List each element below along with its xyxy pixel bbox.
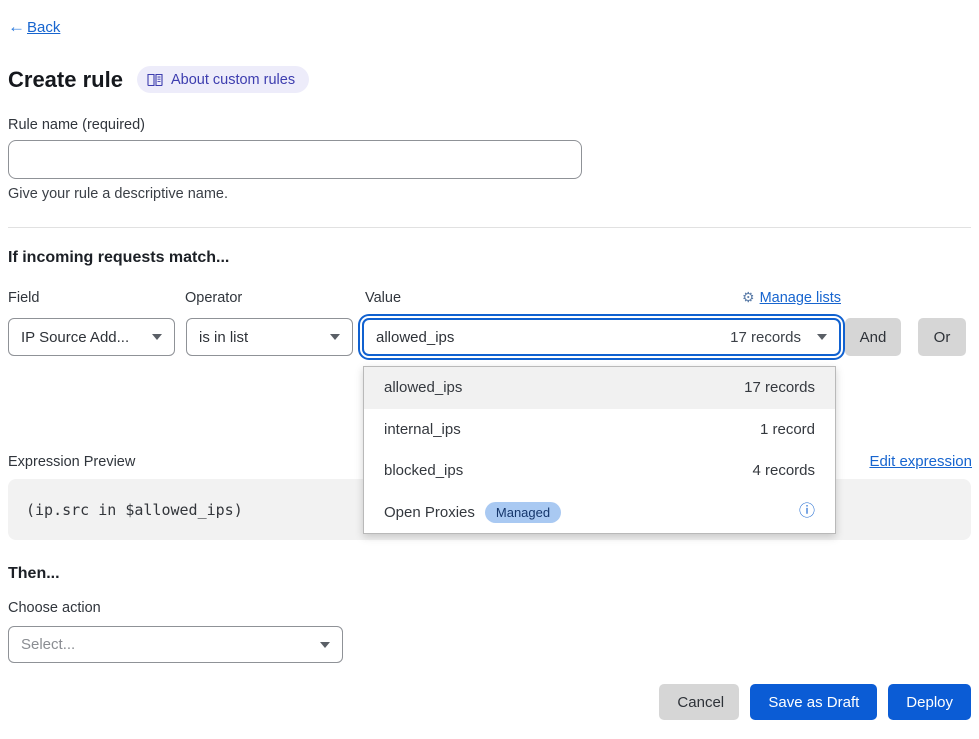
edit-expression-link[interactable]: Edit expression xyxy=(869,453,972,470)
operator-select-value: is in list xyxy=(199,329,330,346)
list-item-name: internal_ips xyxy=(384,421,461,438)
chevron-down-icon xyxy=(817,334,827,340)
expression-preview-label: Expression Preview xyxy=(8,454,135,470)
rule-name-helper-text: Give your rule a descriptive name. xyxy=(8,186,228,202)
list-item[interactable]: allowed_ips 17 records xyxy=(364,367,835,409)
action-select-placeholder: Select... xyxy=(21,636,320,653)
field-select[interactable]: IP Source Add... xyxy=(8,318,175,356)
section-divider xyxy=(8,227,971,228)
list-item[interactable]: internal_ips 1 record xyxy=(364,409,835,451)
manage-lists-label[interactable]: Manage lists xyxy=(760,290,841,306)
save-as-draft-button[interactable]: Save as Draft xyxy=(750,684,877,720)
list-item-name: allowed_ips xyxy=(384,379,462,396)
field-column-label: Field xyxy=(8,290,39,306)
value-column-label: Value xyxy=(365,290,401,306)
book-icon xyxy=(147,73,163,87)
or-button[interactable]: Or xyxy=(918,318,966,356)
operator-column-label: Operator xyxy=(185,290,242,306)
list-item-records: 1 record xyxy=(760,421,815,438)
value-select[interactable]: allowed_ips 17 records xyxy=(362,318,841,356)
title-row: Create rule About custom rules xyxy=(8,66,309,93)
action-select[interactable]: Select... xyxy=(8,626,343,663)
choose-action-label: Choose action xyxy=(8,600,101,616)
list-item[interactable]: blocked_ips 4 records xyxy=(364,450,835,492)
about-custom-rules-link[interactable]: About custom rules xyxy=(137,66,309,93)
list-item-name: Open Proxies xyxy=(384,504,475,521)
rule-name-label: Rule name (required) xyxy=(8,117,145,133)
rule-name-input[interactable] xyxy=(8,140,582,179)
about-custom-rules-label: About custom rules xyxy=(171,72,295,88)
field-select-value: IP Source Add... xyxy=(21,329,152,346)
footer-actions: Cancel Save as Draft Deploy xyxy=(659,684,971,720)
then-section-heading: Then... xyxy=(8,565,60,583)
back-link[interactable]: ← Back xyxy=(8,17,60,37)
list-item-name: blocked_ips xyxy=(384,462,463,479)
back-arrow-icon: ← xyxy=(8,17,25,37)
value-select-records: 17 records xyxy=(730,329,801,346)
expression-code: (ip.src in $allowed_ips) xyxy=(26,501,243,519)
gear-icon: ⚙ xyxy=(742,289,755,306)
operator-select[interactable]: is in list xyxy=(186,318,353,356)
chevron-down-icon xyxy=(330,334,340,340)
list-item-records: 4 records xyxy=(752,462,815,479)
chevron-down-icon xyxy=(152,334,162,340)
info-icon[interactable]: ⓘ xyxy=(799,504,815,520)
value-dropdown-panel: allowed_ips 17 records internal_ips 1 re… xyxy=(363,366,836,534)
manage-lists-link[interactable]: ⚙ Manage lists xyxy=(742,289,841,306)
cancel-button[interactable]: Cancel xyxy=(659,684,739,720)
match-section-heading: If incoming requests match... xyxy=(8,249,229,267)
list-item[interactable]: Open Proxies Managed ⓘ xyxy=(364,492,835,534)
list-item-records: 17 records xyxy=(744,379,815,396)
and-button[interactable]: And xyxy=(845,318,901,356)
value-select-name: allowed_ips xyxy=(376,329,730,346)
chevron-down-icon xyxy=(320,642,330,648)
create-rule-page: ← Back Create rule About custom rules Ru… xyxy=(0,0,979,739)
back-link-label[interactable]: Back xyxy=(27,19,60,36)
deploy-button[interactable]: Deploy xyxy=(888,684,971,720)
page-title: Create rule xyxy=(8,67,123,93)
managed-badge: Managed xyxy=(485,502,561,523)
